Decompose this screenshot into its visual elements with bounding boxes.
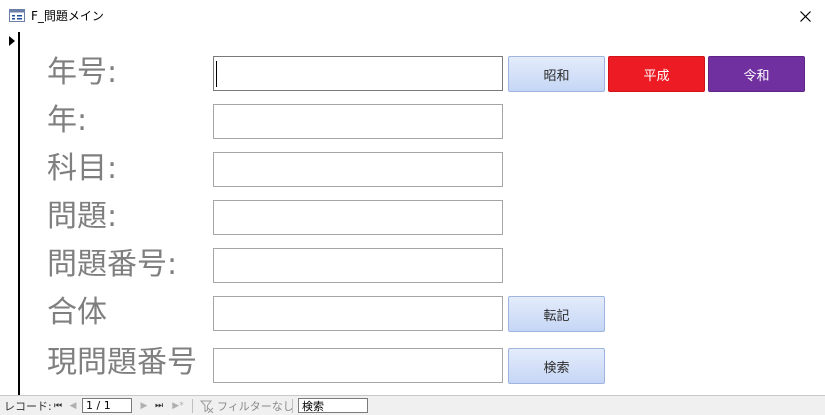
record-selector-border: [18, 32, 20, 395]
search-button[interactable]: 検索: [508, 348, 605, 384]
subject-input[interactable]: [213, 152, 503, 187]
close-icon: [799, 10, 811, 22]
record-selector[interactable]: [0, 32, 20, 395]
new-record-icon: ▶*: [172, 401, 184, 411]
last-record-button[interactable]: ⏭: [153, 398, 165, 414]
current-question-number-label: 現問題番号: [47, 345, 197, 380]
first-record-button[interactable]: ⏮: [52, 398, 64, 414]
nav-divider: [292, 399, 293, 413]
combined-label: 合体: [47, 295, 107, 330]
record-label: レコード:: [4, 400, 52, 413]
question-input[interactable]: [213, 200, 503, 235]
previous-record-button[interactable]: ◀: [67, 398, 79, 414]
nav-search-input[interactable]: 検索: [298, 398, 368, 413]
next-record-button[interactable]: ▶: [138, 398, 150, 414]
heisei-button[interactable]: 平成: [608, 56, 705, 92]
first-record-icon: ⏮: [53, 401, 63, 411]
combined-input[interactable]: [213, 296, 503, 331]
question-label: 問題:: [47, 199, 118, 234]
filter-status-text: フィルターなし: [217, 400, 294, 413]
new-record-button[interactable]: ▶*: [170, 398, 186, 414]
access-form-window: F_問題メイン 年号: 昭和 平成 令和 年: 科目: 問題: 問題番号: 合体…: [0, 0, 825, 415]
era-label: 年号:: [47, 55, 118, 90]
question-number-label: 問題番号:: [47, 247, 178, 282]
form-icon: [9, 9, 25, 22]
filter-status[interactable]: フィルターなし: [200, 398, 294, 414]
era-input[interactable]: [213, 56, 503, 91]
subject-label: 科目:: [47, 151, 118, 186]
transcribe-button[interactable]: 転記: [508, 296, 605, 332]
year-input[interactable]: [213, 104, 503, 139]
close-button[interactable]: [785, 0, 825, 32]
question-number-input[interactable]: [213, 248, 503, 283]
nav-divider: [192, 399, 193, 413]
last-record-icon: ⏭: [154, 401, 164, 411]
current-record-arrow-icon: [9, 36, 15, 46]
title-bar: F_問題メイン: [0, 0, 825, 32]
next-record-icon: ▶: [140, 401, 148, 411]
window-title: F_問題メイン: [31, 9, 104, 23]
funnel-icon: [200, 400, 214, 413]
previous-record-icon: ◀: [69, 401, 77, 411]
record-position-input[interactable]: 1 / 1: [82, 398, 132, 413]
record-navigation-bar: レコード: ⏮ ◀ 1 / 1 ▶ ⏭ ▶* フィルターなし 検索: [0, 395, 825, 415]
year-label: 年:: [47, 103, 88, 138]
reiwa-button[interactable]: 令和: [708, 56, 805, 92]
text-caret: [216, 61, 217, 87]
current-question-number-input[interactable]: [213, 348, 503, 383]
showa-button[interactable]: 昭和: [508, 56, 605, 92]
